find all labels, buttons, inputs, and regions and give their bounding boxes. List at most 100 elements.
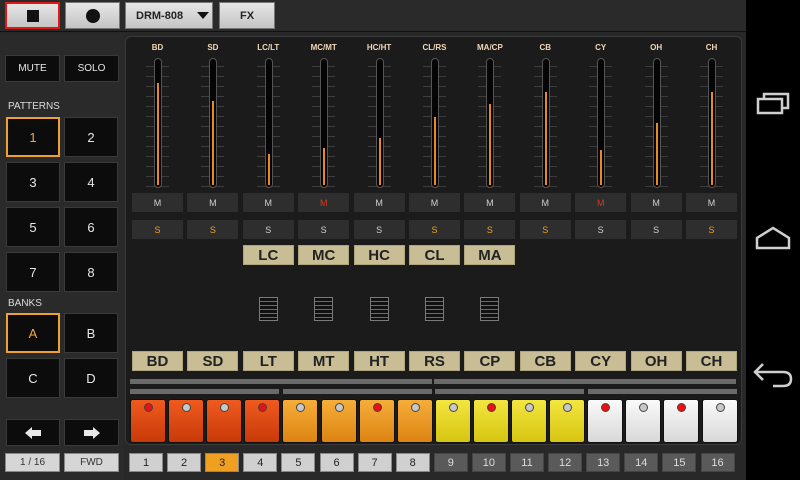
bank-button-b[interactable]: B <box>64 313 118 353</box>
step-number[interactable]: 12 <box>548 453 583 472</box>
step-button[interactable] <box>320 399 357 443</box>
channel-mute-button[interactable]: M <box>187 193 239 212</box>
channel-mute-button[interactable]: M <box>464 193 516 212</box>
pattern-button-6[interactable]: 6 <box>64 207 118 247</box>
step-button[interactable] <box>434 399 471 443</box>
channel-solo-button[interactable]: S <box>519 220 571 239</box>
alt-instrument-button[interactable]: CL <box>409 245 460 265</box>
pattern-button-4[interactable]: 4 <box>64 162 118 202</box>
channel-solo-button[interactable]: S <box>132 220 183 239</box>
prev-button[interactable] <box>6 419 60 446</box>
pattern-button-8[interactable]: 8 <box>64 252 118 292</box>
instrument-button[interactable]: MT <box>298 351 350 371</box>
step-button[interactable] <box>358 399 395 443</box>
alt-instrument-button[interactable]: MC <box>298 245 350 265</box>
instrument-button[interactable]: HT <box>353 351 405 371</box>
step-number[interactable]: 13 <box>586 453 621 472</box>
step-number[interactable]: 6 <box>319 453 354 472</box>
pattern-button-2[interactable]: 2 <box>64 117 118 157</box>
channel-mute-button[interactable]: M <box>630 193 682 212</box>
volume-fader[interactable] <box>597 58 606 188</box>
instrument-button[interactable]: CY <box>575 351 627 371</box>
volume-fader[interactable] <box>708 58 716 188</box>
volume-fader[interactable] <box>541 58 550 188</box>
step-number[interactable]: 3 <box>205 453 240 472</box>
step-number[interactable]: 16 <box>700 453 735 472</box>
step-button[interactable] <box>130 399 166 443</box>
channel-mute-button[interactable]: M <box>519 193 571 212</box>
volume-fader[interactable] <box>486 58 495 188</box>
step-button[interactable] <box>549 399 586 443</box>
instrument-button[interactable]: BD <box>132 351 183 371</box>
step-button[interactable] <box>282 399 319 443</box>
instrument-button[interactable]: OH <box>630 351 682 371</box>
step-button[interactable] <box>206 399 243 443</box>
stop-button[interactable] <box>5 2 60 29</box>
step-button[interactable] <box>472 399 509 443</box>
back-button[interactable] <box>746 360 800 390</box>
direction-button[interactable]: FWD <box>64 453 119 472</box>
channel-solo-button[interactable]: S <box>464 220 516 239</box>
channel-solo-button[interactable]: S <box>630 220 682 239</box>
recent-apps-button[interactable] <box>746 90 800 116</box>
next-button[interactable] <box>64 419 119 446</box>
step-button[interactable] <box>168 399 205 443</box>
volume-fader[interactable] <box>320 58 329 188</box>
switch-toggle[interactable] <box>480 297 500 321</box>
pattern-button-3[interactable]: 3 <box>6 162 60 202</box>
bank-button-a[interactable]: A <box>6 313 60 353</box>
step-number[interactable]: 7 <box>357 453 392 472</box>
channel-mute-button[interactable]: M <box>353 193 405 212</box>
step-number[interactable]: 8 <box>395 453 430 472</box>
pattern-button-5[interactable]: 5 <box>6 207 60 247</box>
channel-solo-button[interactable]: S <box>686 220 737 239</box>
solo-button[interactable]: SOLO <box>64 55 119 82</box>
volume-fader[interactable] <box>154 58 162 188</box>
channel-solo-button[interactable]: S <box>187 220 239 239</box>
volume-fader[interactable] <box>431 58 439 188</box>
channel-solo-button[interactable]: S <box>242 220 294 239</box>
channel-mute-button[interactable]: M <box>409 193 460 212</box>
step-number[interactable]: 14 <box>624 453 659 472</box>
kit-dropdown[interactable]: DRM-808 <box>125 2 213 29</box>
channel-solo-button[interactable]: S <box>298 220 350 239</box>
instrument-button[interactable]: RS <box>409 351 460 371</box>
step-number[interactable]: 9 <box>433 453 468 472</box>
volume-fader[interactable] <box>209 58 218 188</box>
volume-fader[interactable] <box>264 58 273 188</box>
step-button[interactable] <box>663 399 700 443</box>
volume-fader[interactable] <box>375 58 384 188</box>
mute-button[interactable]: MUTE <box>5 55 60 82</box>
step-button[interactable] <box>587 399 624 443</box>
step-button[interactable] <box>701 399 738 443</box>
instrument-button[interactable]: CB <box>519 351 571 371</box>
instrument-button[interactable]: SD <box>187 351 239 371</box>
instrument-button[interactable]: LT <box>242 351 294 371</box>
step-button[interactable] <box>511 399 547 443</box>
step-number[interactable]: 5 <box>281 453 316 472</box>
switch-toggle[interactable] <box>314 297 334 321</box>
step-number[interactable]: 10 <box>471 453 506 472</box>
switch-toggle[interactable] <box>258 297 278 321</box>
instrument-button[interactable]: CH <box>686 351 737 371</box>
channel-mute-button[interactable]: M <box>242 193 294 212</box>
channel-mute-button[interactable]: M <box>298 193 350 212</box>
step-number[interactable]: 2 <box>167 453 202 472</box>
step-button[interactable] <box>244 399 281 443</box>
home-button[interactable] <box>746 224 800 252</box>
step-button[interactable] <box>396 399 433 443</box>
record-button[interactable] <box>65 2 120 29</box>
switch-toggle[interactable] <box>425 297 444 321</box>
pattern-button-1[interactable]: 1 <box>6 117 60 157</box>
channel-mute-button[interactable]: M <box>686 193 737 212</box>
switch-toggle[interactable] <box>369 297 389 321</box>
alt-instrument-button[interactable]: HC <box>353 245 405 265</box>
channel-mute-button[interactable]: M <box>132 193 183 212</box>
step-number[interactable]: 1 <box>129 453 163 472</box>
alt-instrument-button[interactable]: MA <box>464 245 516 265</box>
channel-mute-button[interactable]: M <box>575 193 627 212</box>
channel-solo-button[interactable]: S <box>353 220 405 239</box>
step-number[interactable]: 4 <box>243 453 278 472</box>
step-number[interactable]: 15 <box>662 453 697 472</box>
alt-instrument-button[interactable]: LC <box>242 245 294 265</box>
